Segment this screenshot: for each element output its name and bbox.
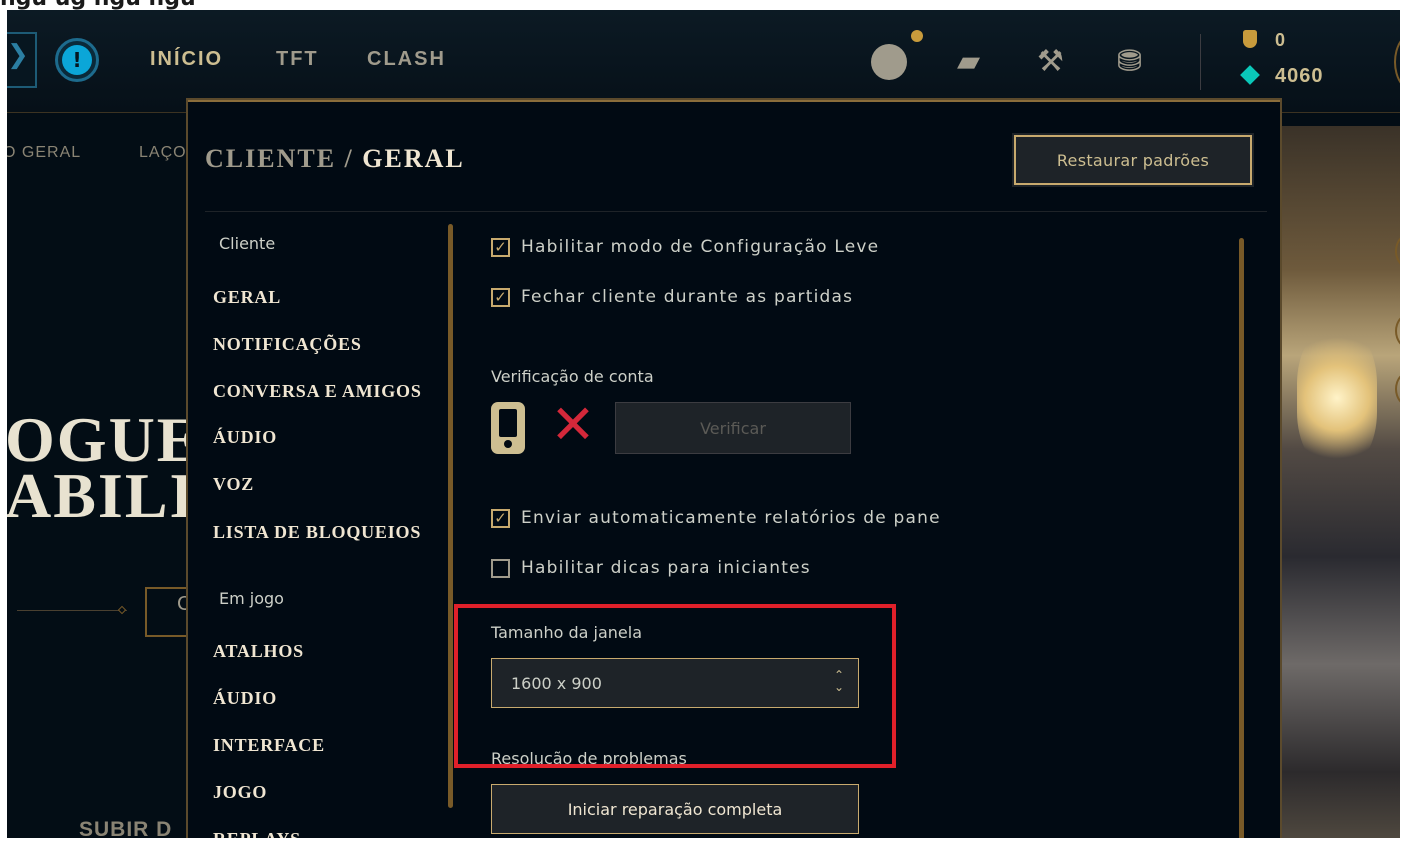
alert-icon-glyph: !: [62, 45, 92, 75]
checkbox-lightweight-mode[interactable]: ✓ Habilitar modo de Configuração Leve: [491, 237, 879, 257]
nav-tab-clash[interactable]: CLASH: [367, 48, 446, 71]
checkbox-beginner-tips[interactable]: Habilitar dicas para iniciantes: [491, 558, 811, 578]
checkbox-checked[interactable]: ✓: [491, 508, 510, 528]
notification-dot: [911, 30, 923, 42]
settings-sidebar: Cliente GERAL NOTIFICAÇÕES CONVERSA E AM…: [188, 212, 456, 844]
verify-button[interactable]: Verificar: [615, 402, 851, 454]
title-current: GERAL: [362, 144, 465, 173]
checkbox-label: Habilitar modo de Configuração Leve: [521, 237, 880, 257]
sidebar-item-notificacoes[interactable]: NOTIFICAÇÕES: [213, 334, 362, 355]
blue-essence-icon: [1240, 65, 1260, 85]
riot-points-value: 0: [1275, 30, 1286, 50]
sidebar-item-lista-de-bloqueios[interactable]: LISTA DE BLOQUEIOS: [213, 522, 421, 543]
sidebar-item-atalhos[interactable]: ATALHOS: [213, 641, 304, 662]
checkbox-checked[interactable]: ✓: [491, 237, 510, 257]
sidebar-group-ingame: Em jogo: [219, 589, 284, 608]
content-scrollbar[interactable]: [1239, 238, 1244, 844]
checkbox-label: Enviar automaticamente relatórios de pan…: [521, 508, 941, 528]
left-margin: [0, 10, 7, 844]
sidebar-item-audio-ingame[interactable]: ÁUDIO: [213, 688, 277, 709]
nav-divider: [1200, 34, 1201, 90]
sidebar-scrollbar[interactable]: [448, 224, 453, 808]
bag-icon[interactable]: ▰: [957, 44, 980, 79]
modal-title: CLIENTE / GERAL: [205, 144, 465, 174]
splash-art-glow: [1297, 328, 1377, 468]
blue-essence-value: 4060: [1275, 65, 1324, 87]
chevron-right-icon: ❯: [7, 40, 29, 70]
nav-tab-tft[interactable]: TFT: [276, 48, 319, 71]
phone-screen: [499, 409, 517, 437]
sidebar-item-conversa-e-amigos[interactable]: CONVERSA E AMIGOS: [213, 381, 422, 402]
sidebar-item-geral[interactable]: GERAL: [213, 287, 281, 308]
sidebar-item-voz[interactable]: VOZ: [213, 474, 254, 495]
crafting-icon[interactable]: ⚒: [1037, 44, 1064, 79]
checkbox-crash-reports[interactable]: ✓ Enviar automaticamente relatórios de p…: [491, 508, 941, 528]
top-caption-strip: ngu ug ngu ngu: [0, 0, 1407, 10]
riot-points-icon: [1243, 30, 1257, 48]
error-x-icon: ✕: [550, 393, 596, 456]
modal-top-border: [188, 100, 1280, 102]
right-margin: [1400, 10, 1407, 844]
sidebar-group-client: Cliente: [219, 234, 276, 253]
nav-tab-inicio[interactable]: INÍCIO: [150, 48, 223, 71]
bg-divider-diamond: [117, 605, 127, 615]
sidebar-item-audio[interactable]: ÁUDIO: [213, 427, 277, 448]
sidebar-item-jogo[interactable]: JOGO: [213, 782, 267, 803]
checkbox-close-client[interactable]: ✓ Fechar cliente durante as partidas: [491, 287, 853, 307]
phone-icon: [491, 402, 525, 454]
phone-button: [504, 440, 512, 448]
profile-icon[interactable]: [871, 44, 907, 80]
bg-tab-lacos: LAÇO: [139, 144, 187, 161]
caption-text: ngu ug ngu ngu: [0, 0, 196, 10]
checkbox-label: Fechar cliente durante as partidas: [521, 287, 854, 307]
annotation-highlight-box: [454, 604, 896, 768]
alert-icon[interactable]: !: [55, 38, 99, 82]
restore-defaults-button[interactable]: Restaurar padrões: [1012, 133, 1254, 187]
coins-icon[interactable]: ⛃: [1117, 44, 1142, 79]
checkbox-label: Habilitar dicas para iniciantes: [521, 558, 811, 578]
bg-divider-line: [17, 610, 127, 611]
bottom-margin: [0, 838, 1407, 844]
account-verification-label: Verificação de conta: [491, 367, 654, 386]
champion-splash-art: [1279, 126, 1400, 844]
bg-tab-geral: O GERAL: [7, 144, 82, 161]
sidebar-item-interface[interactable]: INTERFACE: [213, 735, 325, 756]
checkbox-unchecked[interactable]: [491, 558, 510, 578]
title-section: CLIENTE: [205, 144, 337, 173]
full-repair-button[interactable]: Iniciar reparação completa: [491, 784, 859, 834]
title-separator: /: [344, 144, 354, 173]
checkbox-checked[interactable]: ✓: [491, 287, 510, 307]
